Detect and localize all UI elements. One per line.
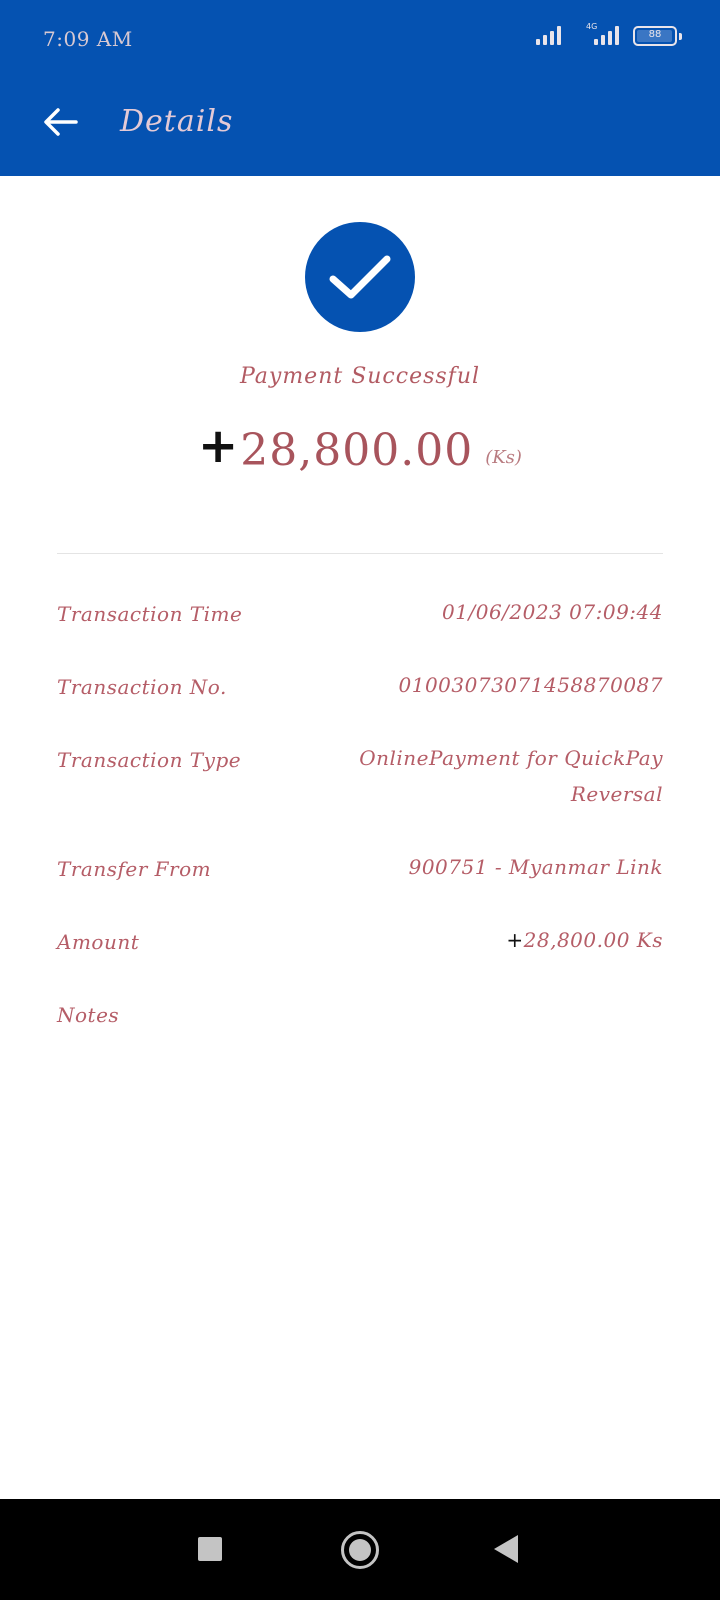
system-nav-bar — [0, 1499, 720, 1600]
status-time: 7:09 AM — [43, 27, 133, 51]
amount-sign: + — [506, 928, 524, 952]
battery-level-text: 88 — [648, 29, 662, 40]
back-button[interactable] — [36, 98, 84, 146]
detail-label: Transaction Type — [57, 748, 242, 772]
amount-value: 28,800.00 — [240, 425, 474, 476]
status-bar: 7:09 AM 4G 88 — [0, 0, 720, 76]
square-icon[interactable] — [198, 1537, 222, 1561]
detail-value-group: +28,800.00 Ks — [506, 922, 663, 958]
success-badge — [305, 222, 415, 332]
divider — [57, 553, 663, 554]
detail-value: 900751 - Myanmar Link — [408, 855, 663, 879]
detail-label: Transaction No. — [57, 675, 227, 699]
detail-value: 28,800.00 Ks — [523, 928, 663, 952]
triangle-back-icon[interactable] — [494, 1535, 518, 1563]
amount-display: + 28,800.00 (Ks) — [0, 418, 720, 478]
payment-status-text: Payment Successful — [239, 364, 481, 389]
signal-strength-icon — [536, 26, 561, 45]
detail-label: Transaction Time — [57, 602, 243, 626]
detail-label: Amount — [57, 930, 140, 954]
circle-icon[interactable] — [341, 1531, 379, 1569]
detail-value: 01003073071458870087 — [398, 673, 663, 697]
page-title: Details — [120, 104, 234, 139]
check-icon — [329, 255, 391, 299]
detail-label: Transfer From — [57, 857, 212, 881]
battery-icon: 88 — [633, 26, 677, 46]
amount-sign: + — [198, 418, 239, 474]
detail-value: OnlinePayment for QuickPay Reversal — [359, 746, 663, 806]
detail-label: Notes — [57, 1003, 120, 1027]
signal-strength-icon-secondary — [594, 26, 619, 45]
amount-unit: (Ks) — [485, 447, 522, 468]
detail-value: 01/06/2023 07:09:44 — [442, 600, 663, 624]
app-bar: Details — [0, 76, 720, 176]
arrow-left-icon — [44, 108, 78, 136]
battery-tip — [679, 33, 682, 40]
